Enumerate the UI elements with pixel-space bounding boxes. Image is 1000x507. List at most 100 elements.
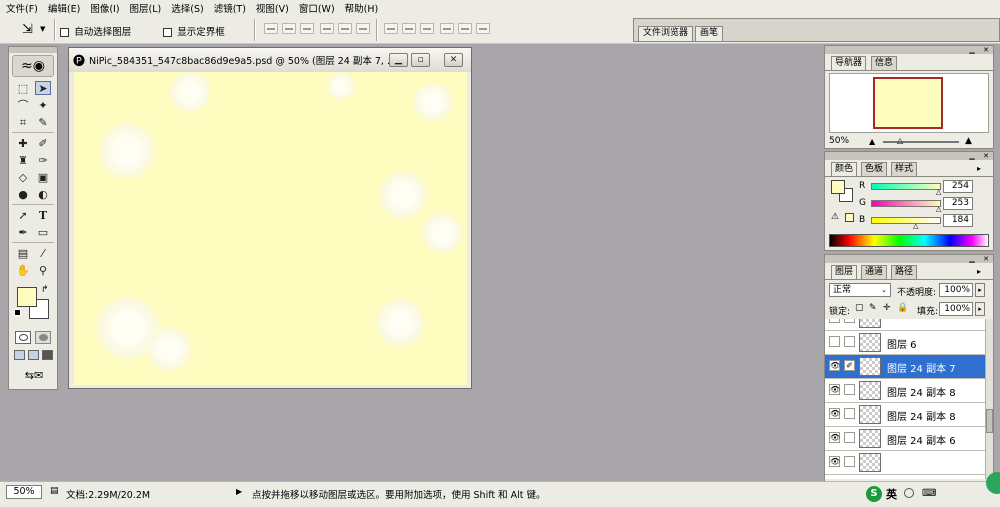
dodge-tool-icon[interactable]: ◐ xyxy=(35,187,51,201)
zoom-slider-track[interactable] xyxy=(883,141,959,143)
menu-edit[interactable]: 编辑(E) xyxy=(48,1,80,15)
align-bottom-button[interactable] xyxy=(300,23,314,34)
show-bounds-checkbox[interactable] xyxy=(163,27,172,37)
lock-all-icon[interactable]: 🔒 xyxy=(897,303,908,313)
layer-row[interactable] xyxy=(825,319,985,331)
standard-screen-mode-icon[interactable] xyxy=(14,350,25,360)
g-slider[interactable] xyxy=(871,200,941,207)
network-status-icon[interactable] xyxy=(986,472,1000,494)
zoom-out-icon[interactable]: ▲ xyxy=(869,137,875,146)
move-tool-icon[interactable]: ➤ xyxy=(35,81,51,95)
eye-icon[interactable]: 👁 xyxy=(829,360,840,371)
eye-icon[interactable]: 👁 xyxy=(829,408,840,419)
panel-close-icon[interactable]: ✕ xyxy=(981,256,991,263)
shape-tool-icon[interactable]: ▭ xyxy=(35,225,51,239)
status-zoom-input[interactable]: 50% xyxy=(6,485,42,499)
align-hcenter-button[interactable] xyxy=(338,23,352,34)
panel-minimize-icon[interactable]: ▁ xyxy=(967,47,977,54)
r-slider-thumb[interactable]: △ xyxy=(936,188,941,196)
g-slider-thumb[interactable]: △ xyxy=(936,205,941,213)
ime-keyboard-icon[interactable]: ⌨ xyxy=(922,488,936,499)
move-tool-icon[interactable]: ⇲ xyxy=(22,22,33,37)
panel-minimize-icon[interactable]: ▁ xyxy=(967,153,977,160)
distribute-top-button[interactable] xyxy=(384,23,398,34)
ime-mode-label[interactable]: 英 xyxy=(886,486,897,502)
distribute-right-button[interactable] xyxy=(476,23,490,34)
channels-tab[interactable]: 通道 xyxy=(861,265,888,279)
fg-color-swatch[interactable] xyxy=(831,180,845,194)
minimize-button[interactable]: ▁ xyxy=(389,53,408,67)
gamut-warning-icon[interactable]: ⚠ xyxy=(831,212,839,222)
gradient-tool-icon[interactable]: ▣ xyxy=(35,170,51,184)
menu-file[interactable]: 文件(F) xyxy=(6,1,38,15)
menu-filter[interactable]: 滤镜(T) xyxy=(214,1,246,15)
quick-mask-mode-icon[interactable] xyxy=(35,331,51,344)
layer-row[interactable]: 图层 6 xyxy=(825,331,985,355)
menu-image[interactable]: 图像(I) xyxy=(90,1,119,15)
align-vcenter-button[interactable] xyxy=(282,23,296,34)
swatches-tab[interactable]: 色板 xyxy=(861,162,888,176)
panel-close-icon[interactable]: ✕ xyxy=(981,153,991,160)
standard-mode-icon[interactable] xyxy=(15,331,31,344)
gamut-color-swatch[interactable] xyxy=(845,213,854,222)
tool-palette-titlebar[interactable] xyxy=(9,47,57,53)
navigator-zoom-value[interactable]: 50% xyxy=(829,136,849,146)
styles-tab[interactable]: 样式 xyxy=(891,162,918,176)
navigator-view-box[interactable] xyxy=(873,77,943,129)
g-value[interactable]: 253 xyxy=(943,197,973,210)
opacity-dropdown-icon[interactable]: ▸ xyxy=(975,283,985,297)
tool-preset-dropdown-icon[interactable]: ▼ xyxy=(40,25,45,33)
eyedropper-tool-icon[interactable]: ⁄ xyxy=(35,246,51,260)
layers-tab[interactable]: 图层 xyxy=(831,265,858,279)
close-button[interactable]: ✕ xyxy=(444,53,463,67)
link-cell[interactable] xyxy=(844,456,855,467)
magic-wand-tool-icon[interactable]: ✦ xyxy=(35,98,51,112)
layer-row-selected[interactable]: 👁 ✐ 图层 24 副本 7 xyxy=(825,355,985,379)
full-screen-mode-icon[interactable] xyxy=(42,350,53,360)
image-canvas[interactable] xyxy=(74,72,467,385)
default-colors-icon[interactable] xyxy=(14,309,21,316)
scrollbar-thumb[interactable] xyxy=(986,409,993,433)
history-brush-tool-icon[interactable]: ✑ xyxy=(35,153,51,167)
menu-layer[interactable]: 图层(L) xyxy=(130,1,162,15)
lock-transparency-icon[interactable]: ▢ xyxy=(855,303,864,313)
layers-scrollbar[interactable] xyxy=(985,319,993,479)
auto-select-checkbox[interactable] xyxy=(60,27,69,37)
panel-options-icon[interactable]: ▸ xyxy=(977,164,981,173)
link-cell[interactable] xyxy=(844,319,855,323)
file-browser-tab[interactable]: 文件浏览器 xyxy=(638,26,694,41)
link-cell[interactable] xyxy=(844,384,855,395)
layer-row[interactable]: 👁 图层 24 副本 6 xyxy=(825,427,985,451)
distribute-bottom-button[interactable] xyxy=(420,23,434,34)
eye-icon[interactable]: 👁 xyxy=(829,432,840,443)
fill-dropdown-icon[interactable]: ▸ xyxy=(975,302,985,316)
marquee-tool-icon[interactable]: ⬚ xyxy=(15,81,31,95)
color-tab[interactable]: 颜色 xyxy=(831,162,858,176)
align-right-button[interactable] xyxy=(356,23,370,34)
color-spectrum-ramp[interactable] xyxy=(829,234,989,247)
b-value[interactable]: 184 xyxy=(943,214,973,227)
lasso-tool-icon[interactable]: ⌒ xyxy=(15,98,31,112)
link-cell[interactable] xyxy=(844,432,855,443)
eye-icon[interactable]: 👁 xyxy=(829,384,840,395)
info-tab[interactable]: 信息 xyxy=(871,56,898,70)
layer-row[interactable]: 👁 xyxy=(825,451,985,475)
menu-view[interactable]: 视图(V) xyxy=(256,1,289,15)
clone-stamp-tool-icon[interactable]: ♜ xyxy=(15,153,31,167)
ime-logo-icon[interactable]: S xyxy=(866,486,882,502)
hand-tool-icon[interactable]: ✋ xyxy=(15,263,31,277)
auto-select-option[interactable]: 自动选择图层 xyxy=(60,24,131,38)
r-slider[interactable] xyxy=(871,183,941,190)
zoom-slider-thumb[interactable]: △ xyxy=(897,136,903,145)
jump-to-imageready-icon[interactable]: ⇆✉ xyxy=(14,369,54,383)
layer-row[interactable]: 👁 图层 24 副本 8 xyxy=(825,379,985,403)
healing-brush-tool-icon[interactable]: ✚ xyxy=(15,136,31,150)
blur-tool-icon[interactable]: ● xyxy=(15,187,31,201)
r-value[interactable]: 254 xyxy=(943,180,973,193)
pen-tool-icon[interactable]: ✒ xyxy=(15,225,31,239)
align-top-button[interactable] xyxy=(264,23,278,34)
foreground-color-swatch[interactable] xyxy=(17,287,37,307)
navigator-tab[interactable]: 导航器 xyxy=(831,56,867,70)
distribute-left-button[interactable] xyxy=(440,23,454,34)
link-cell[interactable] xyxy=(844,336,855,347)
